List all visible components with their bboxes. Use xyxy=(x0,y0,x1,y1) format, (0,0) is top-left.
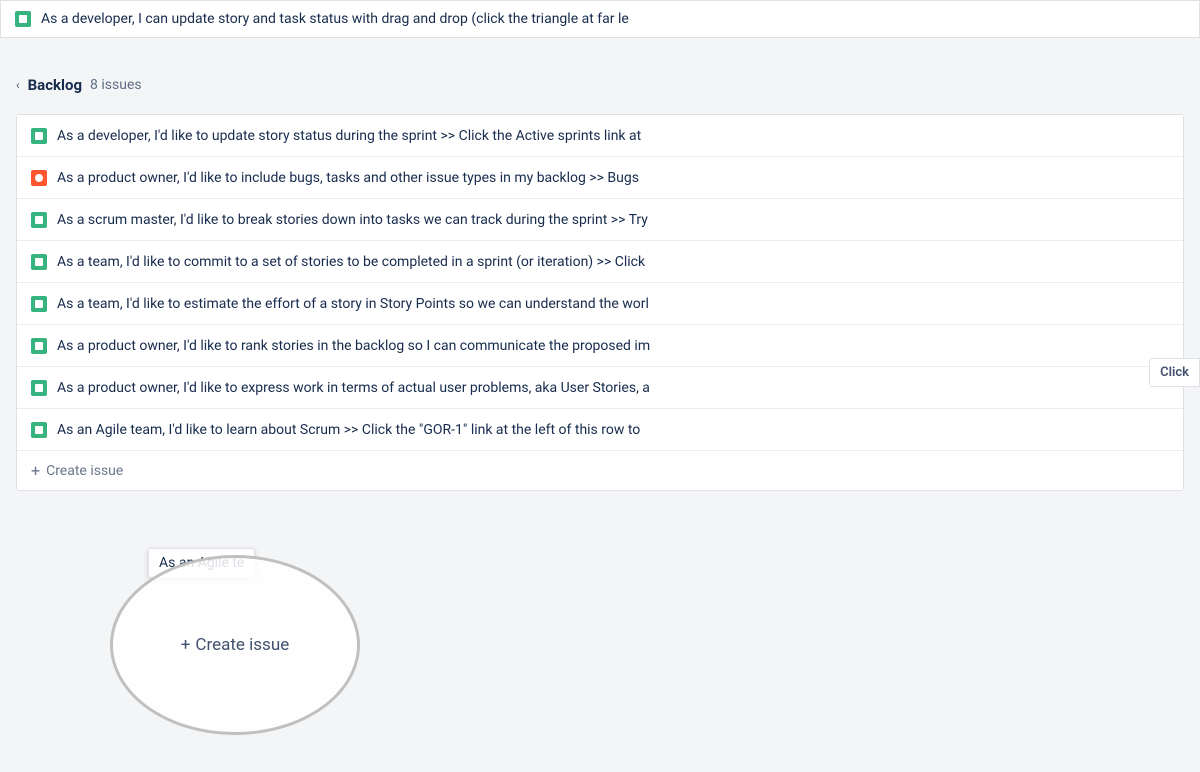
story-icon xyxy=(31,422,47,438)
table-row[interactable]: As a product owner, I'd like to include … xyxy=(17,157,1183,199)
story-icon xyxy=(31,254,47,270)
table-row[interactable]: As a product owner, I'd like to express … xyxy=(17,367,1183,409)
table-row[interactable]: As a product owner, I'd like to rank sto… xyxy=(17,325,1183,367)
story-icon xyxy=(31,338,47,354)
issue-text: As a product owner, I'd like to rank sto… xyxy=(57,338,1169,354)
backlog-count: 8 issues xyxy=(90,77,142,93)
circle-content: + Create issue xyxy=(181,635,289,655)
backlog-section: ‹ Backlog 8 issues As a developer, I'd l… xyxy=(0,68,1200,491)
backlog-header: ‹ Backlog 8 issues xyxy=(0,68,1200,102)
story-icon xyxy=(31,212,47,228)
story-icon-top xyxy=(15,11,31,27)
issue-text: As a product owner, I'd like to include … xyxy=(57,170,1169,186)
click-text: Click xyxy=(1160,365,1189,380)
circle-overlay: + Create issue xyxy=(110,555,360,735)
circle-label: Create issue xyxy=(195,635,289,655)
tooltip-text: As an Agile te xyxy=(159,555,244,571)
issue-text: As a team, I'd like to commit to a set o… xyxy=(57,254,1169,270)
story-icon xyxy=(31,380,47,396)
top-issue-row[interactable]: As a developer, I can update story and t… xyxy=(0,0,1200,38)
story-icon xyxy=(31,296,47,312)
table-row[interactable]: As a team, I'd like to commit to a set o… xyxy=(17,241,1183,283)
chevron-down-icon[interactable]: ‹ xyxy=(16,78,20,92)
issue-text: As a team, I'd like to estimate the effo… xyxy=(57,296,1169,312)
issues-container: As a developer, I'd like to update story… xyxy=(16,114,1184,491)
circle-plus: + xyxy=(181,635,191,655)
create-issue-label: Create issue xyxy=(46,463,123,479)
issue-text: As an Agile team, I'd like to learn abou… xyxy=(57,422,1169,438)
hover-tooltip: As an Agile te xyxy=(148,548,255,578)
table-row[interactable]: As a team, I'd like to estimate the effo… xyxy=(17,283,1183,325)
table-row[interactable]: As a scrum master, I'd like to break sto… xyxy=(17,199,1183,241)
story-icon xyxy=(31,128,47,144)
backlog-title: Backlog xyxy=(28,76,82,94)
bug-icon xyxy=(31,170,47,186)
table-row[interactable]: As an Agile team, I'd like to learn abou… xyxy=(17,409,1183,451)
main-container: As a developer, I can update story and t… xyxy=(0,0,1200,772)
top-issue-text: As a developer, I can update story and t… xyxy=(41,11,1185,27)
issue-text: As a product owner, I'd like to express … xyxy=(57,380,1169,396)
create-issue-row[interactable]: + Create issue xyxy=(17,451,1183,490)
issue-text: As a developer, I'd like to update story… xyxy=(57,128,1169,144)
plus-icon: + xyxy=(31,461,40,480)
issue-text: As a scrum master, I'd like to break sto… xyxy=(57,212,1169,228)
click-label: Click xyxy=(1149,358,1200,387)
table-row[interactable]: As a developer, I'd like to update story… xyxy=(17,115,1183,157)
